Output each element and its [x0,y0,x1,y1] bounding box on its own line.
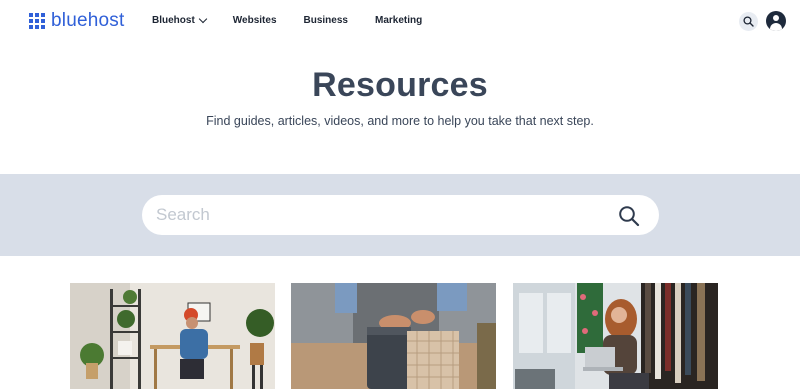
resource-card-image-1[interactable] [70,283,275,389]
nav-item-business[interactable]: Business [304,15,348,26]
woman-with-laptop-in-boutique-photo [513,283,718,389]
logo-grid-icon [29,13,45,29]
site-header: bluehost Bluehost Websites Business Mark… [0,0,800,44]
nav-item-label: Websites [232,15,277,26]
resource-card-image-3[interactable] [513,283,718,389]
hands-holding-shopping-bags-photo [291,283,496,389]
main-nav: Bluehost Websites Business Marketing [152,14,449,26]
search-input[interactable] [156,203,596,227]
search-box [142,195,659,235]
search-icon [743,16,754,27]
nav-item-label: Business [303,15,348,26]
search-icon [619,206,640,227]
account-icon[interactable] [766,11,786,31]
resource-card-image-2[interactable] [291,283,496,389]
nav-item-label: Bluehost [152,15,195,26]
search-section [0,174,800,256]
nav-item-websites[interactable]: Websites [233,15,277,26]
search-submit-button[interactable] [616,203,642,229]
chevron-down-icon [198,14,208,24]
nav-item-marketing[interactable]: Marketing [375,15,422,26]
nav-item-bluehost[interactable]: Bluehost [152,14,208,26]
header-search-button[interactable] [739,12,758,31]
man-working-at-desk-photo [70,283,275,389]
nav-item-label: Marketing [374,15,423,26]
bluehost-logo[interactable]: bluehost [29,10,125,31]
page-subtitle: Find guides, articles, videos, and more … [206,114,594,128]
page-title: Resources [312,66,488,104]
logo-text: bluehost [51,10,125,31]
